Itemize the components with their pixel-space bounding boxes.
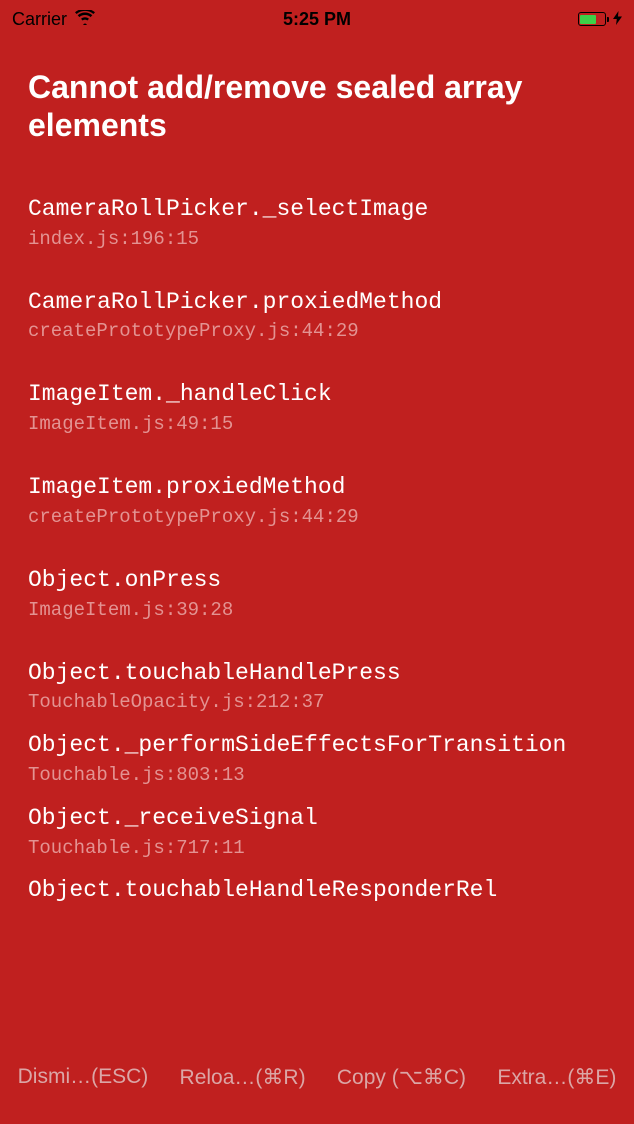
frame-location: index.js:196:15 [28, 228, 606, 250]
dismiss-button[interactable]: Dismi…(ESC) [18, 1065, 149, 1090]
stack-frame[interactable]: ImageItem._handleClick ImageItem.js:49:1… [28, 380, 606, 435]
frame-location: Touchable.js:803:13 [28, 764, 606, 786]
error-title: Cannot add/remove sealed array elements [28, 68, 606, 145]
stack-frame[interactable]: Object._performSideEffectsForTransition … [28, 731, 606, 786]
status-right [578, 11, 623, 28]
carrier-label: Carrier [12, 9, 67, 30]
battery-icon [578, 12, 610, 26]
stack-frame[interactable]: ImageItem.proxiedMethod createPrototypeP… [28, 473, 606, 528]
stack-frame[interactable]: Object._receiveSignal Touchable.js:717:1… [28, 804, 606, 859]
wifi-icon [75, 9, 95, 30]
frame-location: createPrototypeProxy.js:44:29 [28, 320, 606, 342]
frame-method: Object._performSideEffectsForTransition [28, 731, 606, 760]
stack-frame-partial[interactable]: Object.touchableHandleResponderRel [28, 877, 606, 905]
frame-location: createPrototypeProxy.js:44:29 [28, 506, 606, 528]
frame-method: Object.onPress [28, 566, 606, 595]
frame-location: TouchableOpacity.js:212:37 [28, 691, 606, 713]
frame-method: CameraRollPicker.proxiedMethod [28, 288, 606, 317]
stack-trace[interactable]: CameraRollPicker._selectImage index.js:1… [28, 195, 606, 905]
copy-button[interactable]: Copy (⌥⌘C) [337, 1065, 466, 1090]
status-bar: Carrier 5:25 PM [0, 0, 634, 38]
stack-frame[interactable]: CameraRollPicker._selectImage index.js:1… [28, 195, 606, 250]
error-content: Cannot add/remove sealed array elements … [0, 38, 634, 904]
frame-method: CameraRollPicker._selectImage [28, 195, 606, 224]
frame-method: Object.touchableHandlePress [28, 659, 606, 688]
stack-frame[interactable]: Object.onPress ImageItem.js:39:28 [28, 566, 606, 621]
frame-method: Object._receiveSignal [28, 804, 606, 833]
stack-frame[interactable]: Object.touchableHandlePress TouchableOpa… [28, 659, 606, 714]
frame-location: ImageItem.js:39:28 [28, 599, 606, 621]
frame-location: ImageItem.js:49:15 [28, 413, 606, 435]
charging-icon [613, 11, 622, 28]
reload-button[interactable]: Reloa…(⌘R) [180, 1065, 306, 1090]
status-time: 5:25 PM [283, 9, 351, 30]
stack-frame[interactable]: CameraRollPicker.proxiedMethod createPro… [28, 288, 606, 343]
frame-location: Touchable.js:717:11 [28, 837, 606, 859]
frame-method: ImageItem.proxiedMethod [28, 473, 606, 502]
extra-button[interactable]: Extra…(⌘E) [497, 1065, 616, 1090]
frame-method: ImageItem._handleClick [28, 380, 606, 409]
footer-toolbar: Dismi…(ESC) Reloa…(⌘R) Copy (⌥⌘C) Extra…… [0, 1065, 634, 1090]
status-left: Carrier [12, 9, 95, 30]
